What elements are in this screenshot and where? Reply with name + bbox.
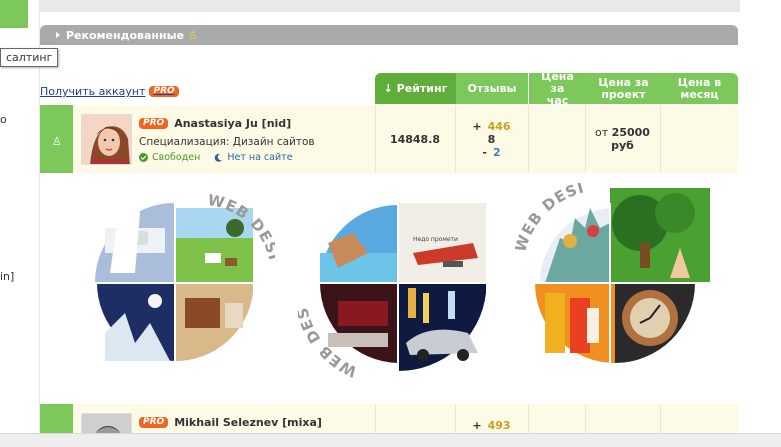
- column-reviews[interactable]: Отзывы: [456, 73, 528, 104]
- portfolio-inner-text: Недо промети: [413, 236, 458, 243]
- status-online: Нет на сайте: [214, 152, 293, 163]
- portfolio-item[interactable]: WEB DESIGN: [68, 169, 282, 378]
- top-panel: [40, 0, 740, 12]
- get-account-label: Получить аккаунт: [40, 85, 146, 98]
- reviews-negative[interactable]: 2: [493, 146, 501, 159]
- user-badge-icon: ♙: [52, 135, 62, 148]
- column-price-month[interactable]: Цена в месяц: [661, 73, 738, 104]
- portfolio-item[interactable]: Недо промети WEB DESIGN: [291, 169, 498, 381]
- sidebar-fragment: о: [0, 113, 7, 126]
- status-free: Свободен: [139, 152, 200, 163]
- price-value: 25000: [611, 126, 650, 139]
- status-free-label: Свободен: [152, 152, 201, 163]
- sidebar-fragment: in]: [0, 270, 15, 283]
- freelancer-name-line: PRO Mikhail Seleznev [mixa]: [139, 416, 322, 429]
- reviews-sign: +: [472, 120, 482, 133]
- column-rating[interactable]: ↓ Рейтинг: [375, 73, 456, 104]
- tooltip: салтинг: [0, 48, 59, 67]
- pro-badge: PRO: [139, 118, 169, 129]
- reviews-neutral[interactable]: 8: [488, 133, 496, 146]
- column-price-project[interactable]: Цена за проект: [586, 73, 661, 104]
- left-green-tab[interactable]: [0, 0, 28, 28]
- pro-badge: PRO: [139, 417, 169, 428]
- cell-divider: [660, 105, 661, 173]
- reviews-positive[interactable]: 493: [488, 419, 511, 432]
- reviews-sign: -: [482, 146, 487, 159]
- column-price-hour[interactable]: Цена за час: [529, 70, 586, 106]
- status-online-label: Нет на сайте: [227, 152, 293, 163]
- cell-divider: [528, 105, 529, 173]
- freelancer-name-line: PRO Anastasiya Ju [nid]: [139, 117, 291, 130]
- moon-icon: [215, 153, 223, 162]
- reviews-sign: +: [472, 419, 482, 432]
- user-badge-icon: ♙: [188, 28, 198, 42]
- reviews-cell: +493: [455, 419, 528, 432]
- get-account-link[interactable]: Получить аккаунт PRO: [40, 85, 179, 98]
- caret-right-icon: [56, 32, 60, 38]
- avatar[interactable]: [81, 114, 132, 165]
- bottom-scrollbar[interactable]: [0, 433, 781, 447]
- status-line: Свободен Нет на сайте: [139, 152, 293, 163]
- section-header[interactable]: Рекомендованные ♙: [40, 25, 738, 45]
- reviews-positive[interactable]: 446: [488, 120, 511, 133]
- portfolio-item[interactable]: WEB DESIGN: [508, 169, 715, 378]
- price-prefix: от: [595, 126, 609, 139]
- left-sidebar: [0, 0, 40, 447]
- check-icon: [139, 153, 148, 162]
- price-project: от 25000 руб: [585, 126, 660, 152]
- rating-value: 14848.8: [389, 133, 441, 146]
- price-currency: руб: [611, 139, 634, 152]
- specialization: Специализация: Дизайн сайтов: [139, 136, 315, 148]
- freelancer-name[interactable]: Anastasiya Ju [nid]: [174, 117, 291, 130]
- freelancer-name[interactable]: Mikhail Seleznev [mixa]: [174, 416, 322, 429]
- reviews-cell: +446 8 -2: [455, 120, 528, 159]
- freelancer-row[interactable]: ♙ PRO Anastasiya Ju [nid] Специализация:…: [40, 105, 738, 173]
- section-title: Рекомендованные: [66, 28, 185, 42]
- pro-badge: PRO: [149, 86, 179, 97]
